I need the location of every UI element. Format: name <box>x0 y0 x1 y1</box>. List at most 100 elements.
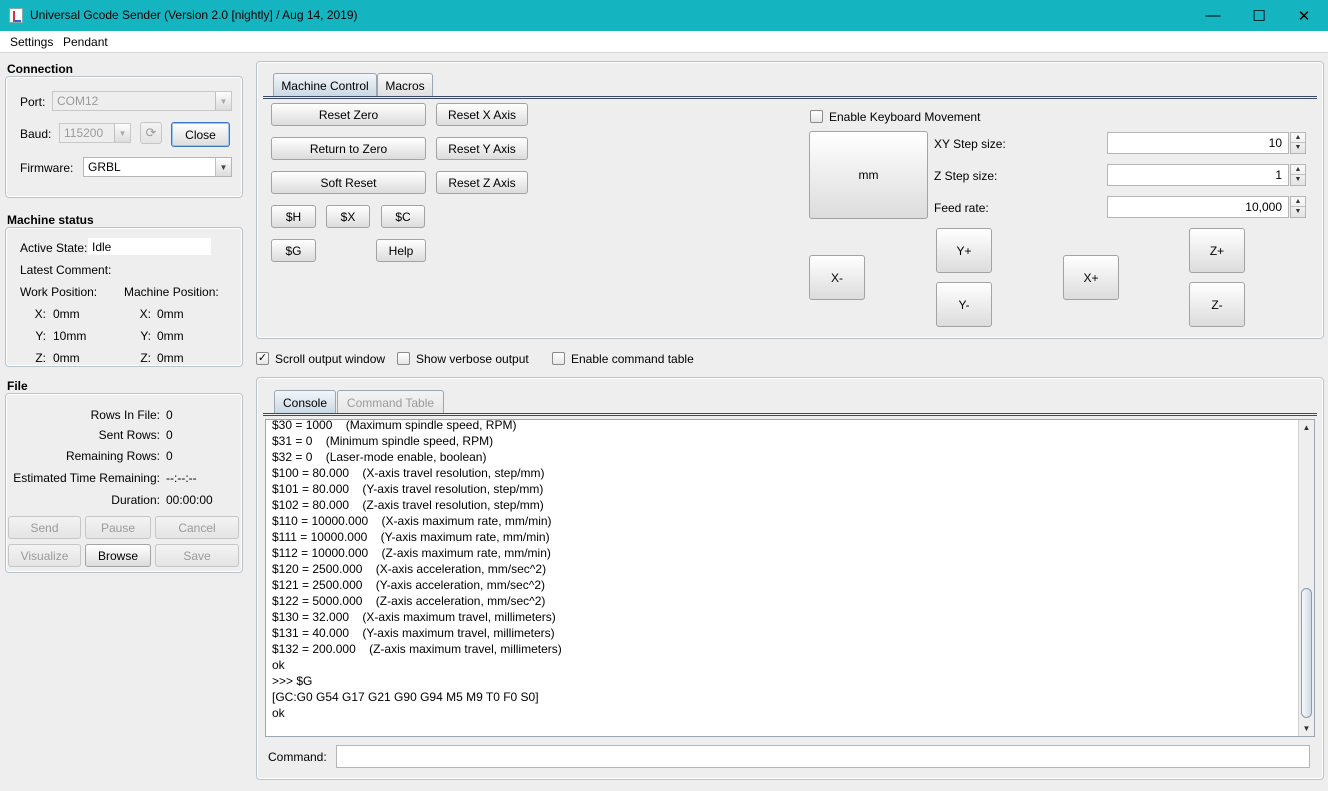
tab-command-table[interactable]: Command Table <box>337 390 444 414</box>
spinner-down-icon[interactable]: ▼ <box>1291 175 1305 185</box>
menu-settings[interactable]: Settings <box>10 35 53 49</box>
machine-x-value: 0mm <box>157 307 184 321</box>
tab-macros[interactable]: Macros <box>377 73 433 97</box>
send-button[interactable]: Send <box>8 516 81 539</box>
port-label: Port: <box>20 95 46 109</box>
remaining-rows-value: 0 <box>166 449 173 463</box>
console-line: $121 = 2500.000 (Y-axis acceleration, mm… <box>272 578 545 592</box>
console-line: ok <box>272 706 285 720</box>
enable-keyboard-checkbox[interactable] <box>810 110 823 123</box>
menu-pendant[interactable]: Pendant <box>63 35 108 49</box>
tabstrip-divider <box>263 96 1317 99</box>
command-table-checkbox[interactable] <box>552 352 565 365</box>
menu-bar: Settings Pendant <box>0 31 1328 53</box>
console-line: $120 = 2500.000 (X-axis acceleration, mm… <box>272 562 547 576</box>
xy-step-input[interactable]: 10 <box>1107 132 1289 154</box>
duration-label: Duration: <box>111 493 160 507</box>
save-button[interactable]: Save <box>155 544 239 567</box>
minimize-button[interactable]: — <box>1190 0 1236 31</box>
scroll-up-icon[interactable]: ▲ <box>1299 420 1314 435</box>
console-line: $30 = 1000 (Maximum spindle speed, RPM) <box>272 419 517 432</box>
baud-select[interactable]: 115200 ▼ <box>59 123 131 143</box>
console-line: $110 = 10000.000 (X-axis maximum rate, m… <box>272 514 552 528</box>
units-toggle-button[interactable]: mm <box>809 131 928 219</box>
refresh-ports-button[interactable]: ⟳ <box>140 122 162 144</box>
jog-z-plus-button[interactable]: Z+ <box>1189 228 1245 273</box>
machine-position-label: Machine Position: <box>124 285 219 299</box>
console-line: $102 = 80.000 (Z-axis travel resolution,… <box>272 498 544 512</box>
reset-x-axis-button[interactable]: Reset X Axis <box>436 103 528 126</box>
home-cmd-button[interactable]: $H <box>271 205 316 228</box>
scroll-output-checkbox[interactable]: ✓ <box>256 352 269 365</box>
command-input[interactable] <box>336 745 1310 768</box>
reset-z-axis-button[interactable]: Reset Z Axis <box>436 171 528 194</box>
jog-y-plus-button[interactable]: Y+ <box>936 228 992 273</box>
port-select[interactable]: COM12 ▼ <box>52 91 232 111</box>
firmware-label: Firmware: <box>20 161 74 175</box>
verbose-output-checkbox[interactable] <box>397 352 410 365</box>
console-line: $31 = 0 (Minimum spindle speed, RPM) <box>272 434 494 448</box>
console-line: $111 = 10000.000 (Y-axis maximum rate, m… <box>272 530 550 544</box>
title-bar: Universal Gcode Sender (Version 2.0 [nig… <box>0 0 1328 31</box>
feed-rate-label: Feed rate: <box>934 201 989 215</box>
firmware-select[interactable]: GRBL ▼ <box>83 157 232 177</box>
browse-button[interactable]: Browse <box>85 544 151 567</box>
machine-status-title: Machine status <box>7 213 94 227</box>
console-scrollbar[interactable]: ▲ ▼ <box>1298 420 1314 736</box>
gcode-state-cmd-button[interactable]: $G <box>271 239 316 262</box>
cancel-button[interactable]: Cancel <box>155 516 239 539</box>
jog-z-minus-button[interactable]: Z- <box>1189 282 1245 327</box>
spinner-down-icon[interactable]: ▼ <box>1291 207 1305 217</box>
close-connection-button[interactable]: Close <box>171 122 230 147</box>
reset-zero-button[interactable]: Reset Zero <box>271 103 426 126</box>
spinner-up-icon[interactable]: ▲ <box>1291 165 1305 175</box>
active-state-value: Idle <box>88 238 211 255</box>
z-step-input[interactable]: 1 <box>1107 164 1289 186</box>
spinner-up-icon[interactable]: ▲ <box>1291 133 1305 143</box>
console-line: $100 = 80.000 (X-axis travel resolution,… <box>272 466 545 480</box>
enable-keyboard-label: Enable Keyboard Movement <box>829 110 981 124</box>
window-title: Universal Gcode Sender (Version 2.0 [nig… <box>30 8 358 22</box>
feed-rate-spinner[interactable]: ▲ ▼ <box>1290 196 1306 218</box>
help-button[interactable]: Help <box>376 239 426 262</box>
jog-y-minus-button[interactable]: Y- <box>936 282 992 327</box>
remaining-rows-label: Remaining Rows: <box>65 449 160 463</box>
latest-comment-label: Latest Comment: <box>20 263 112 277</box>
feed-rate-input[interactable]: 10,000 <box>1107 196 1289 218</box>
spinner-up-icon[interactable]: ▲ <box>1291 197 1305 207</box>
return-to-zero-button[interactable]: Return to Zero <box>271 137 426 160</box>
pause-button[interactable]: Pause <box>85 516 151 539</box>
console-line: ok <box>272 658 285 672</box>
z-step-spinner[interactable]: ▲ ▼ <box>1290 164 1306 186</box>
xy-step-spinner[interactable]: ▲ ▼ <box>1290 132 1306 154</box>
soft-reset-button[interactable]: Soft Reset <box>271 171 426 194</box>
rows-in-file-label: Rows In File: <box>90 408 160 422</box>
z-step-label: Z Step size: <box>934 169 998 183</box>
console-output[interactable]: $30 = 1000 (Maximum spindle speed, RPM) … <box>265 419 1315 737</box>
sent-rows-label: Sent Rows: <box>98 428 160 442</box>
port-value: COM12 <box>57 94 99 108</box>
estimated-time-label: Estimated Time Remaining: <box>13 471 160 485</box>
reset-y-axis-button[interactable]: Reset Y Axis <box>436 137 528 160</box>
visualize-button[interactable]: Visualize <box>8 544 81 567</box>
tab-console[interactable]: Console <box>274 390 336 414</box>
refresh-icon: ⟳ <box>145 125 157 140</box>
machine-z-value: 0mm <box>157 351 184 365</box>
console-line: $32 = 0 (Laser-mode enable, boolean) <box>272 450 487 464</box>
work-x-value: 0mm <box>53 307 80 321</box>
check-mode-cmd-button[interactable]: $C <box>381 205 425 228</box>
scroll-down-icon[interactable]: ▼ <box>1299 721 1314 736</box>
scrollbar-thumb[interactable] <box>1301 588 1312 718</box>
scroll-output-label: Scroll output window <box>275 352 386 366</box>
spinner-down-icon[interactable]: ▼ <box>1291 143 1305 153</box>
console-line: >>> $G <box>272 674 313 688</box>
close-window-button[interactable]: ✕ <box>1281 0 1327 31</box>
tab-machine-control[interactable]: Machine Control <box>273 73 377 97</box>
jog-x-plus-button[interactable]: X+ <box>1063 255 1119 300</box>
console-line: $131 = 40.000 (Y-axis maximum travel, mi… <box>272 626 555 640</box>
maximize-button[interactable]: ☐ <box>1236 0 1282 31</box>
jog-x-minus-button[interactable]: X- <box>809 255 865 300</box>
unlock-cmd-button[interactable]: $X <box>326 205 370 228</box>
work-z-label: Z: <box>35 351 46 365</box>
java-app-icon <box>9 8 23 23</box>
